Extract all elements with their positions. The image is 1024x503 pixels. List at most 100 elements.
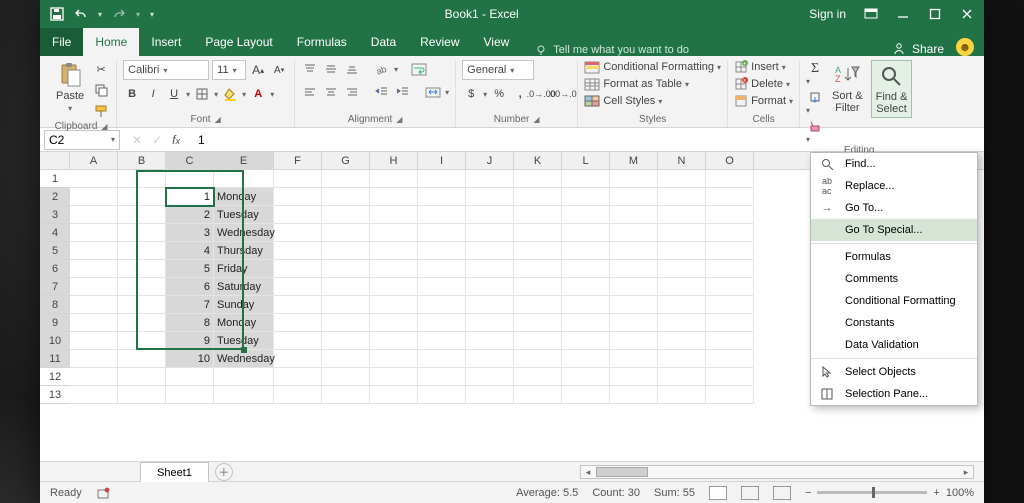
redo-dropdown-icon[interactable]: ▾ (136, 10, 140, 19)
row-header-6[interactable]: 6 (40, 260, 70, 278)
cell-J5[interactable] (466, 242, 514, 260)
menu-replace[interactable]: abacReplace... (811, 175, 977, 197)
paste-button[interactable]: Paste ▾ (52, 60, 88, 115)
menu-cond-formatting[interactable]: Conditional Formatting (811, 290, 977, 312)
tab-home[interactable]: Home (83, 28, 139, 56)
cell-A12[interactable] (70, 368, 118, 386)
cell-styles-button[interactable]: Cell Styles▾ (584, 94, 662, 108)
cell-L8[interactable] (562, 296, 610, 314)
cell-G12[interactable] (322, 368, 370, 386)
cell-H12[interactable] (370, 368, 418, 386)
cell-L11[interactable] (562, 350, 610, 368)
row-header-9[interactable]: 9 (40, 314, 70, 332)
cell-M2[interactable] (610, 188, 658, 206)
orientation-icon[interactable]: ab (373, 60, 391, 78)
font-color-icon[interactable]: A (249, 85, 267, 103)
cell-I12[interactable] (418, 368, 466, 386)
menu-goto[interactable]: →Go To... (811, 197, 977, 219)
autosum-icon[interactable]: Σ (806, 60, 824, 78)
cell-I4[interactable] (418, 224, 466, 242)
cell-F1[interactable] (274, 170, 322, 188)
cell-E8[interactable]: Sunday (214, 296, 274, 314)
select-all-corner[interactable] (40, 152, 70, 170)
cell-K8[interactable] (514, 296, 562, 314)
number-format-combo[interactable]: General▾ (462, 60, 534, 80)
col-header-G[interactable]: G (322, 152, 370, 170)
cell-J7[interactable] (466, 278, 514, 296)
insert-cells-button[interactable]: +Insert▾ (734, 60, 786, 74)
cell-C4[interactable]: 3 (166, 224, 214, 242)
clear-icon[interactable] (806, 118, 824, 136)
cell-A6[interactable] (70, 260, 118, 278)
cell-A4[interactable] (70, 224, 118, 242)
cell-J10[interactable] (466, 332, 514, 350)
cell-E7[interactable]: Saturday (214, 278, 274, 296)
cell-G10[interactable] (322, 332, 370, 350)
row-header-4[interactable]: 4 (40, 224, 70, 242)
cell-I7[interactable] (418, 278, 466, 296)
cell-L7[interactable] (562, 278, 610, 296)
cell-N10[interactable] (658, 332, 706, 350)
cell-I1[interactable] (418, 170, 466, 188)
cell-B3[interactable] (118, 206, 166, 224)
cell-L10[interactable] (562, 332, 610, 350)
format-painter-icon[interactable] (92, 102, 110, 120)
cell-I11[interactable] (418, 350, 466, 368)
cell-M12[interactable] (610, 368, 658, 386)
cell-O4[interactable] (706, 224, 754, 242)
cell-F5[interactable] (274, 242, 322, 260)
undo-icon[interactable] (74, 7, 88, 21)
cut-icon[interactable]: ✂ (92, 60, 110, 78)
col-header-B[interactable]: B (118, 152, 166, 170)
col-header-K[interactable]: K (514, 152, 562, 170)
share-button[interactable]: Share (892, 42, 944, 56)
bold-button[interactable]: B (123, 85, 141, 103)
decrease-decimal-icon[interactable]: .00→.0 (553, 85, 571, 103)
cell-E1[interactable] (214, 170, 274, 188)
tab-data[interactable]: Data (359, 28, 408, 56)
horizontal-scrollbar[interactable]: ◂ ▸ (580, 465, 974, 479)
cell-B1[interactable] (118, 170, 166, 188)
cell-K6[interactable] (514, 260, 562, 278)
cell-F8[interactable] (274, 296, 322, 314)
cell-I13[interactable] (418, 386, 466, 404)
cell-G8[interactable] (322, 296, 370, 314)
scroll-thumb[interactable] (596, 467, 648, 477)
cell-M5[interactable] (610, 242, 658, 260)
font-size-combo[interactable]: 11▾ (212, 60, 246, 80)
cell-B4[interactable] (118, 224, 166, 242)
wrap-text-icon[interactable] (410, 60, 428, 78)
maximize-icon[interactable] (928, 7, 942, 21)
save-icon[interactable] (50, 7, 64, 21)
cell-H1[interactable] (370, 170, 418, 188)
cell-C6[interactable]: 5 (166, 260, 214, 278)
cell-L6[interactable] (562, 260, 610, 278)
italic-button[interactable]: I (144, 85, 162, 103)
cell-I5[interactable] (418, 242, 466, 260)
cell-O10[interactable] (706, 332, 754, 350)
cell-N11[interactable] (658, 350, 706, 368)
cell-I2[interactable] (418, 188, 466, 206)
cell-E2[interactable]: Monday (214, 188, 274, 206)
cell-H3[interactable] (370, 206, 418, 224)
cell-N6[interactable] (658, 260, 706, 278)
scroll-right-icon[interactable]: ▸ (959, 466, 973, 478)
menu-comments[interactable]: Comments (811, 268, 977, 290)
find-select-button[interactable]: Find & Select (871, 60, 913, 118)
cell-C10[interactable]: 9 (166, 332, 214, 350)
cell-K1[interactable] (514, 170, 562, 188)
fill-icon[interactable] (806, 89, 824, 107)
tab-formulas[interactable]: Formulas (285, 28, 359, 56)
cell-A5[interactable] (70, 242, 118, 260)
cell-B5[interactable] (118, 242, 166, 260)
cell-C9[interactable]: 8 (166, 314, 214, 332)
row-header-10[interactable]: 10 (40, 332, 70, 350)
decrease-font-icon[interactable]: A▾ (270, 61, 288, 79)
cell-K5[interactable] (514, 242, 562, 260)
menu-goto-special[interactable]: Go To Special... (811, 219, 977, 241)
cell-N7[interactable] (658, 278, 706, 296)
col-header-N[interactable]: N (658, 152, 706, 170)
row-header-8[interactable]: 8 (40, 296, 70, 314)
border-icon[interactable] (193, 85, 211, 103)
cell-G9[interactable] (322, 314, 370, 332)
